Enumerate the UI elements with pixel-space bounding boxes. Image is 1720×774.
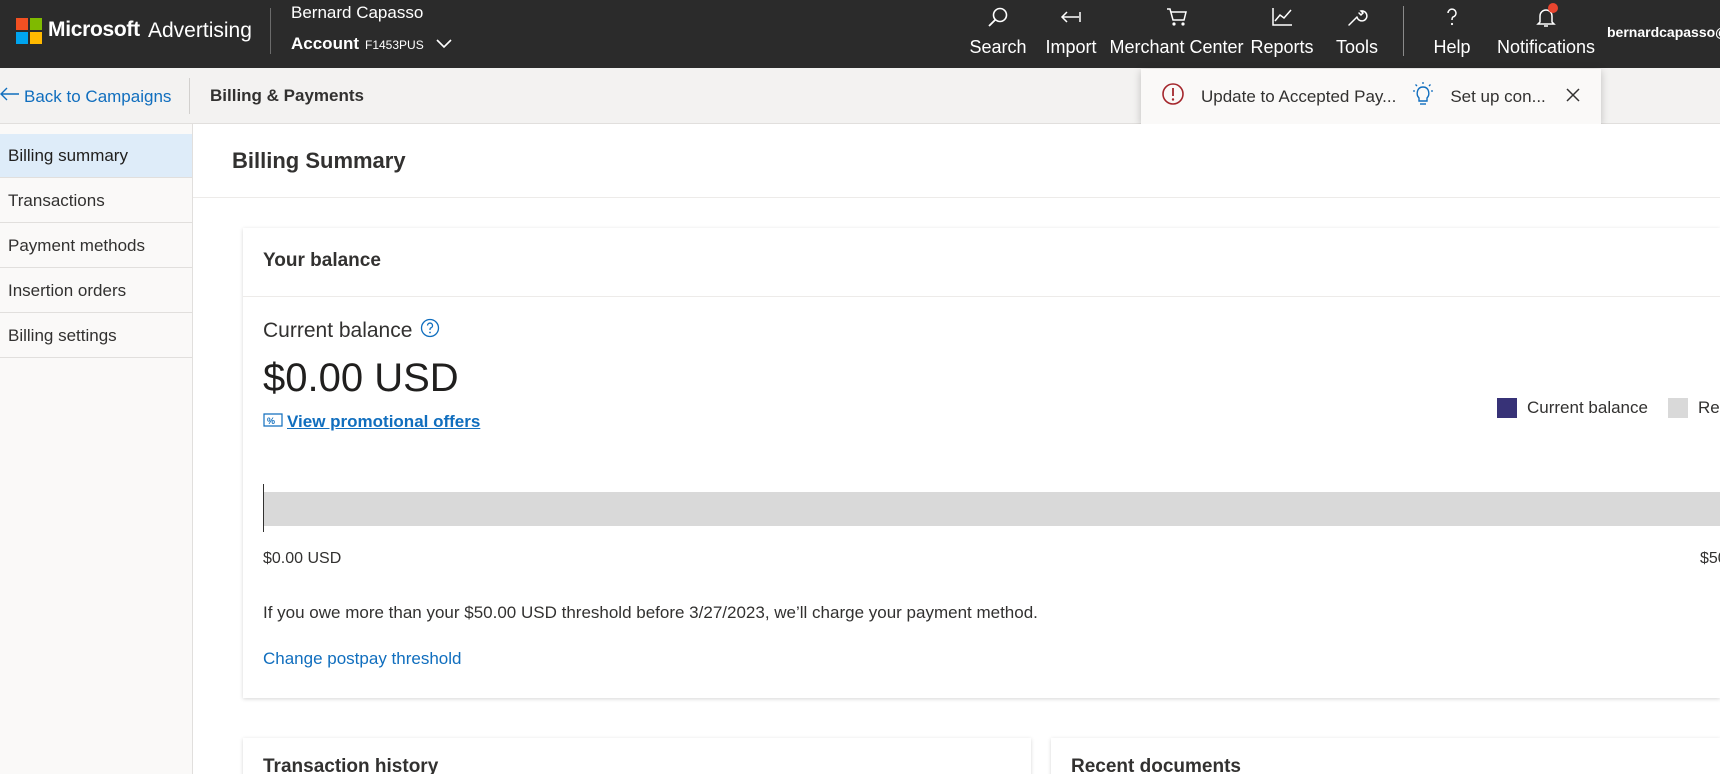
- balance-progress-start-marker: [263, 484, 264, 532]
- nav-divider: [1403, 6, 1404, 56]
- promo-link-label: View promotional offers: [287, 412, 481, 431]
- sidebar-item-billing-summary[interactable]: Billing summary: [0, 134, 192, 178]
- nav-import-button[interactable]: Import: [1041, 0, 1101, 68]
- svg-text:%: %: [267, 416, 275, 426]
- legend-swatch-remaining: [1667, 398, 1688, 418]
- card-divider: [243, 296, 1720, 297]
- page-header: Billing Summary: [193, 124, 1720, 198]
- cart-icon: [1165, 6, 1189, 37]
- breadcrumb-current: Billing & Payments: [210, 86, 364, 105]
- nav-label: Notifications: [1496, 37, 1596, 57]
- view-promotional-offers-link[interactable]: % View promotional offers: [263, 412, 480, 432]
- balance-card: Your balance Current balance $0.00 USD %…: [243, 228, 1720, 698]
- legend-label-current: Current balance: [1527, 398, 1648, 417]
- sidebar-item-transactions[interactable]: Transactions: [0, 179, 192, 223]
- account-label: Account: [291, 34, 359, 53]
- balance-legend: Current balance Remainin: [1497, 398, 1720, 418]
- legend-swatch-current: [1497, 398, 1517, 418]
- balance-card-title: Your balance: [263, 250, 381, 271]
- notification-message-setup[interactable]: Set up con...: [1450, 87, 1545, 107]
- error-icon: [1161, 82, 1185, 111]
- notification-badge: [1548, 3, 1558, 13]
- legend-label-remaining: Remainin: [1697, 398, 1720, 417]
- breadcrumb-divider: [189, 78, 190, 114]
- nav-reports-button[interactable]: Reports: [1250, 0, 1314, 68]
- search-icon: [987, 6, 1009, 37]
- import-icon: [1059, 6, 1083, 37]
- nav-label: Search: [969, 37, 1027, 57]
- main-content: Billing Summary Your balance Current bal…: [193, 124, 1720, 774]
- nav-notifications-button[interactable]: Notifications: [1494, 0, 1598, 68]
- page-title: Billing Summary: [232, 148, 406, 173]
- nav-merchant-center-button[interactable]: Merchant Center: [1109, 0, 1244, 68]
- coupon-icon: %: [263, 412, 283, 432]
- notification-banner: Update to Accepted Pay... Set up con...: [1141, 69, 1601, 124]
- sidebar-item-insertion-orders[interactable]: Insertion orders: [0, 269, 192, 313]
- threshold-description: If you owe more than your $50.00 USD thr…: [263, 603, 1038, 622]
- current-balance-heading: Current balance: [263, 318, 440, 344]
- top-nav-bar: Microsoft Advertising Bernard Capasso Ac…: [0, 0, 1720, 68]
- sidebar-item-billing-settings[interactable]: Billing settings: [0, 314, 192, 358]
- nav-search-button[interactable]: Search: [963, 0, 1033, 68]
- sidebar-item-payment-methods[interactable]: Payment methods: [0, 224, 192, 268]
- balance-progress-bar: [263, 492, 1720, 526]
- nav-help-button[interactable]: Help: [1430, 0, 1474, 68]
- bell-icon: [1535, 3, 1558, 37]
- microsoft-logo-icon[interactable]: [16, 18, 42, 44]
- current-balance-label: Current balance: [263, 319, 413, 342]
- help-icon: [1441, 6, 1463, 37]
- user-account-menu[interactable]: bernardcapasso@: [1607, 24, 1720, 40]
- account-number: F1453PUS: [365, 38, 424, 52]
- brand-product[interactable]: Advertising: [148, 19, 252, 43]
- chevron-down-icon: [436, 34, 452, 54]
- nav-label: Reports: [1250, 37, 1314, 57]
- change-postpay-threshold-link[interactable]: Change postpay threshold: [263, 649, 461, 669]
- lightbulb-icon: [1410, 81, 1436, 112]
- back-to-campaigns-link[interactable]: Back to Campaigns: [0, 86, 171, 107]
- close-icon[interactable]: [1566, 87, 1580, 107]
- notification-message-accepted-payment[interactable]: Update to Accepted Pay...: [1201, 87, 1396, 107]
- balance-bar-max-label: $50.00 US: [1700, 550, 1720, 567]
- transaction-history-title: Transaction history: [263, 756, 439, 774]
- account-switcher[interactable]: Account F1453PUS: [291, 34, 452, 54]
- nav-label: Merchant Center: [1109, 37, 1244, 57]
- nav-label: Help: [1433, 37, 1471, 57]
- nav-label: Import: [1045, 37, 1097, 57]
- arrow-left-icon: [0, 86, 20, 107]
- current-balance-amount: $0.00 USD: [263, 356, 459, 400]
- chart-icon: [1270, 6, 1294, 37]
- back-link-label: Back to Campaigns: [24, 86, 172, 106]
- info-icon[interactable]: [420, 318, 440, 344]
- wrench-icon: [1345, 6, 1369, 37]
- nav-tools-button[interactable]: Tools: [1329, 0, 1385, 68]
- nav-label: Tools: [1335, 37, 1379, 57]
- recent-documents-title: Recent documents: [1071, 756, 1241, 774]
- transaction-history-card: Transaction history: [243, 738, 1031, 774]
- balance-bar-min-label: $0.00 USD: [263, 550, 342, 567]
- recent-documents-card: Recent documents: [1051, 738, 1720, 774]
- billing-sidebar: Billing summary Transactions Payment met…: [0, 124, 193, 774]
- brand-name[interactable]: Microsoft: [48, 18, 140, 42]
- account-user-name[interactable]: Bernard Capasso: [291, 3, 423, 23]
- brand-divider: [270, 8, 271, 54]
